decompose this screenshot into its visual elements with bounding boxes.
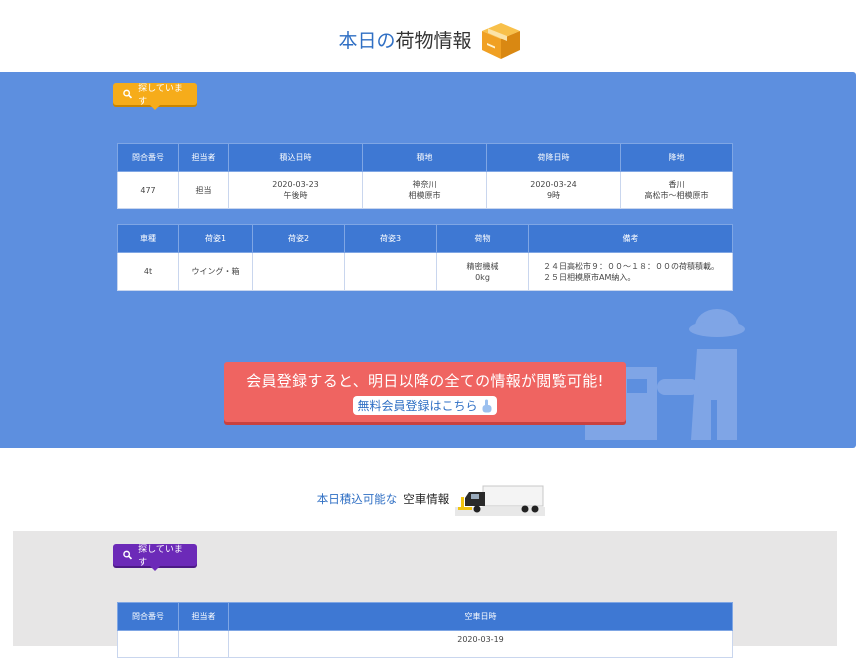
cargo-weight: 0kg — [475, 272, 490, 282]
signup-banner: 会員登録すると、明日以降の全ての情報が閲覧可能! 無料会員登録はこちら — [224, 362, 626, 422]
staff-link[interactable]: 担当 — [178, 171, 229, 209]
header-type2: 荷姿2 — [252, 224, 345, 253]
table-row: 477 担当 2020-03-23 午後時 神奈川 相模原市 2020-03-2… — [117, 171, 733, 209]
load-time: 午後時 — [283, 191, 308, 200]
type3 — [344, 252, 437, 291]
search-tab-label: 探しています — [138, 84, 183, 107]
title-prefix: 本日積込可能な — [316, 492, 398, 506]
type2 — [252, 252, 345, 291]
search-tab-truck[interactable]: 探しています — [113, 544, 197, 571]
empty-date: 2020-03-19 — [228, 630, 733, 658]
search-tab-cargo[interactable]: 探しています — [113, 83, 197, 110]
cargo-info-title: 本日の 荷物情報 — [0, 14, 862, 64]
search-tab-label: 探しています — [138, 545, 183, 568]
unload-place: 香川 高松市〜相模原市 — [620, 171, 733, 209]
unload-datetime: 2020-03-24 9時 — [486, 171, 621, 209]
staff-link[interactable] — [178, 630, 229, 658]
load-datetime: 2020-03-23 午後時 — [228, 171, 363, 209]
unload-time: 9時 — [546, 191, 561, 200]
header-staff: 担当者 — [178, 602, 229, 631]
vehicle: 4t — [117, 252, 179, 291]
title-main: 荷物情報 — [395, 29, 472, 52]
cargo-name: 精密機械 — [466, 261, 499, 271]
hand-pointer-icon — [482, 399, 491, 412]
load-place: 神奈川 相模原市 — [362, 171, 487, 209]
table-header-row: 問合番号 担当者 積込日時 積地 荷降日時 降地 — [117, 143, 733, 172]
free-signup-label: 無料会員登録はこちら — [357, 399, 478, 413]
unload-city: 高松市〜相模原市 — [644, 191, 709, 200]
unload-date: 2020-03-24 — [530, 180, 577, 189]
table-header-row: 問合番号 担当者 空車日時 — [117, 602, 733, 631]
note: ２４日高松市９：００〜１８：００の荷積積載。 ２５日相模原市AM納入。 — [528, 252, 733, 291]
header-vehicle: 車種 — [117, 224, 179, 253]
table-row: 2020-03-19 — [117, 630, 733, 658]
header-inquiry-no: 問合番号 — [117, 143, 179, 172]
header-type1: 荷姿1 — [178, 224, 253, 253]
header-empty-date: 空車日時 — [228, 602, 733, 631]
header-unload-date: 荷降日時 — [486, 143, 621, 172]
cargo-table-2: 車種 荷姿1 荷姿2 荷姿3 荷物 備考 4t ウイング・箱 精密機械 0kg … — [117, 224, 733, 291]
type1: ウイング・箱 — [178, 252, 253, 291]
header-inquiry-no: 問合番号 — [117, 602, 179, 631]
header-load-date: 積込日時 — [228, 143, 363, 172]
title-main: 空車情報 — [403, 492, 450, 506]
search-icon — [123, 550, 133, 560]
header-note: 備考 — [528, 224, 733, 253]
signup-banner-text: 会員登録すると、明日以降の全ての情報が閲覧可能! — [246, 372, 604, 390]
header-staff: 担当者 — [178, 143, 229, 172]
cardboard-box-icon — [481, 23, 520, 59]
search-icon — [123, 89, 133, 99]
header-cargo: 荷物 — [436, 224, 529, 253]
header-load-place: 積地 — [362, 143, 487, 172]
load-date: 2020-03-23 — [272, 180, 319, 189]
load-prefecture: 神奈川 — [412, 180, 437, 189]
inquiry-no: 477 — [117, 171, 179, 209]
header-unload-place: 降地 — [620, 143, 733, 172]
header-type3: 荷姿3 — [344, 224, 437, 253]
inquiry-no — [117, 630, 179, 658]
cargo: 精密機械 0kg — [436, 252, 529, 291]
truck-icon — [455, 485, 546, 516]
title-prefix: 本日の — [338, 29, 396, 52]
unload-prefecture: 香川 — [668, 180, 685, 189]
free-signup-button[interactable]: 無料会員登録はこちら — [353, 396, 497, 415]
table-row: 4t ウイング・箱 精密機械 0kg ２４日高松市９：００〜１８：００の荷積積載… — [117, 252, 733, 291]
load-city: 相模原市 — [408, 191, 441, 200]
table-header-row: 車種 荷姿1 荷姿2 荷姿3 荷物 備考 — [117, 224, 733, 253]
cargo-table-1: 問合番号 担当者 積込日時 積地 荷降日時 降地 477 担当 2020-03-… — [117, 143, 733, 209]
truck-table: 問合番号 担当者 空車日時 2020-03-19 — [117, 602, 733, 658]
truck-info-title: 本日積込可能な 空車情報 — [0, 482, 862, 516]
